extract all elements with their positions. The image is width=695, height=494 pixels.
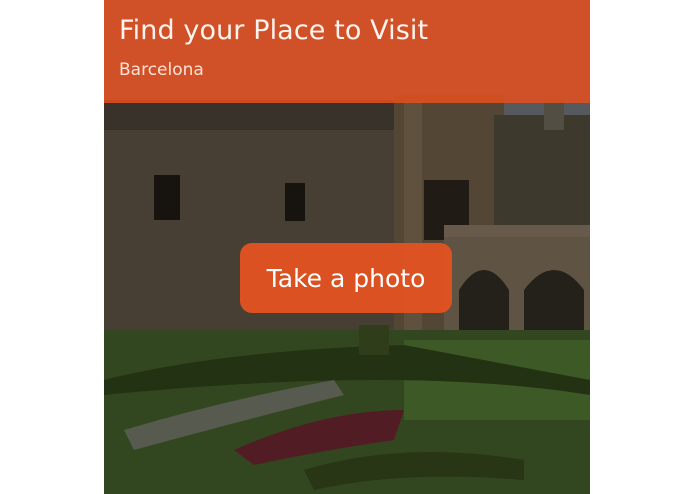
page-title: Find your Place to Visit bbox=[119, 15, 429, 46]
take-photo-button[interactable]: Take a photo bbox=[240, 243, 452, 313]
header-bar: Find your Place to Visit Barcelona bbox=[104, 0, 590, 103]
city-subtitle: Barcelona bbox=[119, 60, 204, 80]
app-screen: Find your Place to Visit Barcelona Take … bbox=[104, 0, 590, 494]
